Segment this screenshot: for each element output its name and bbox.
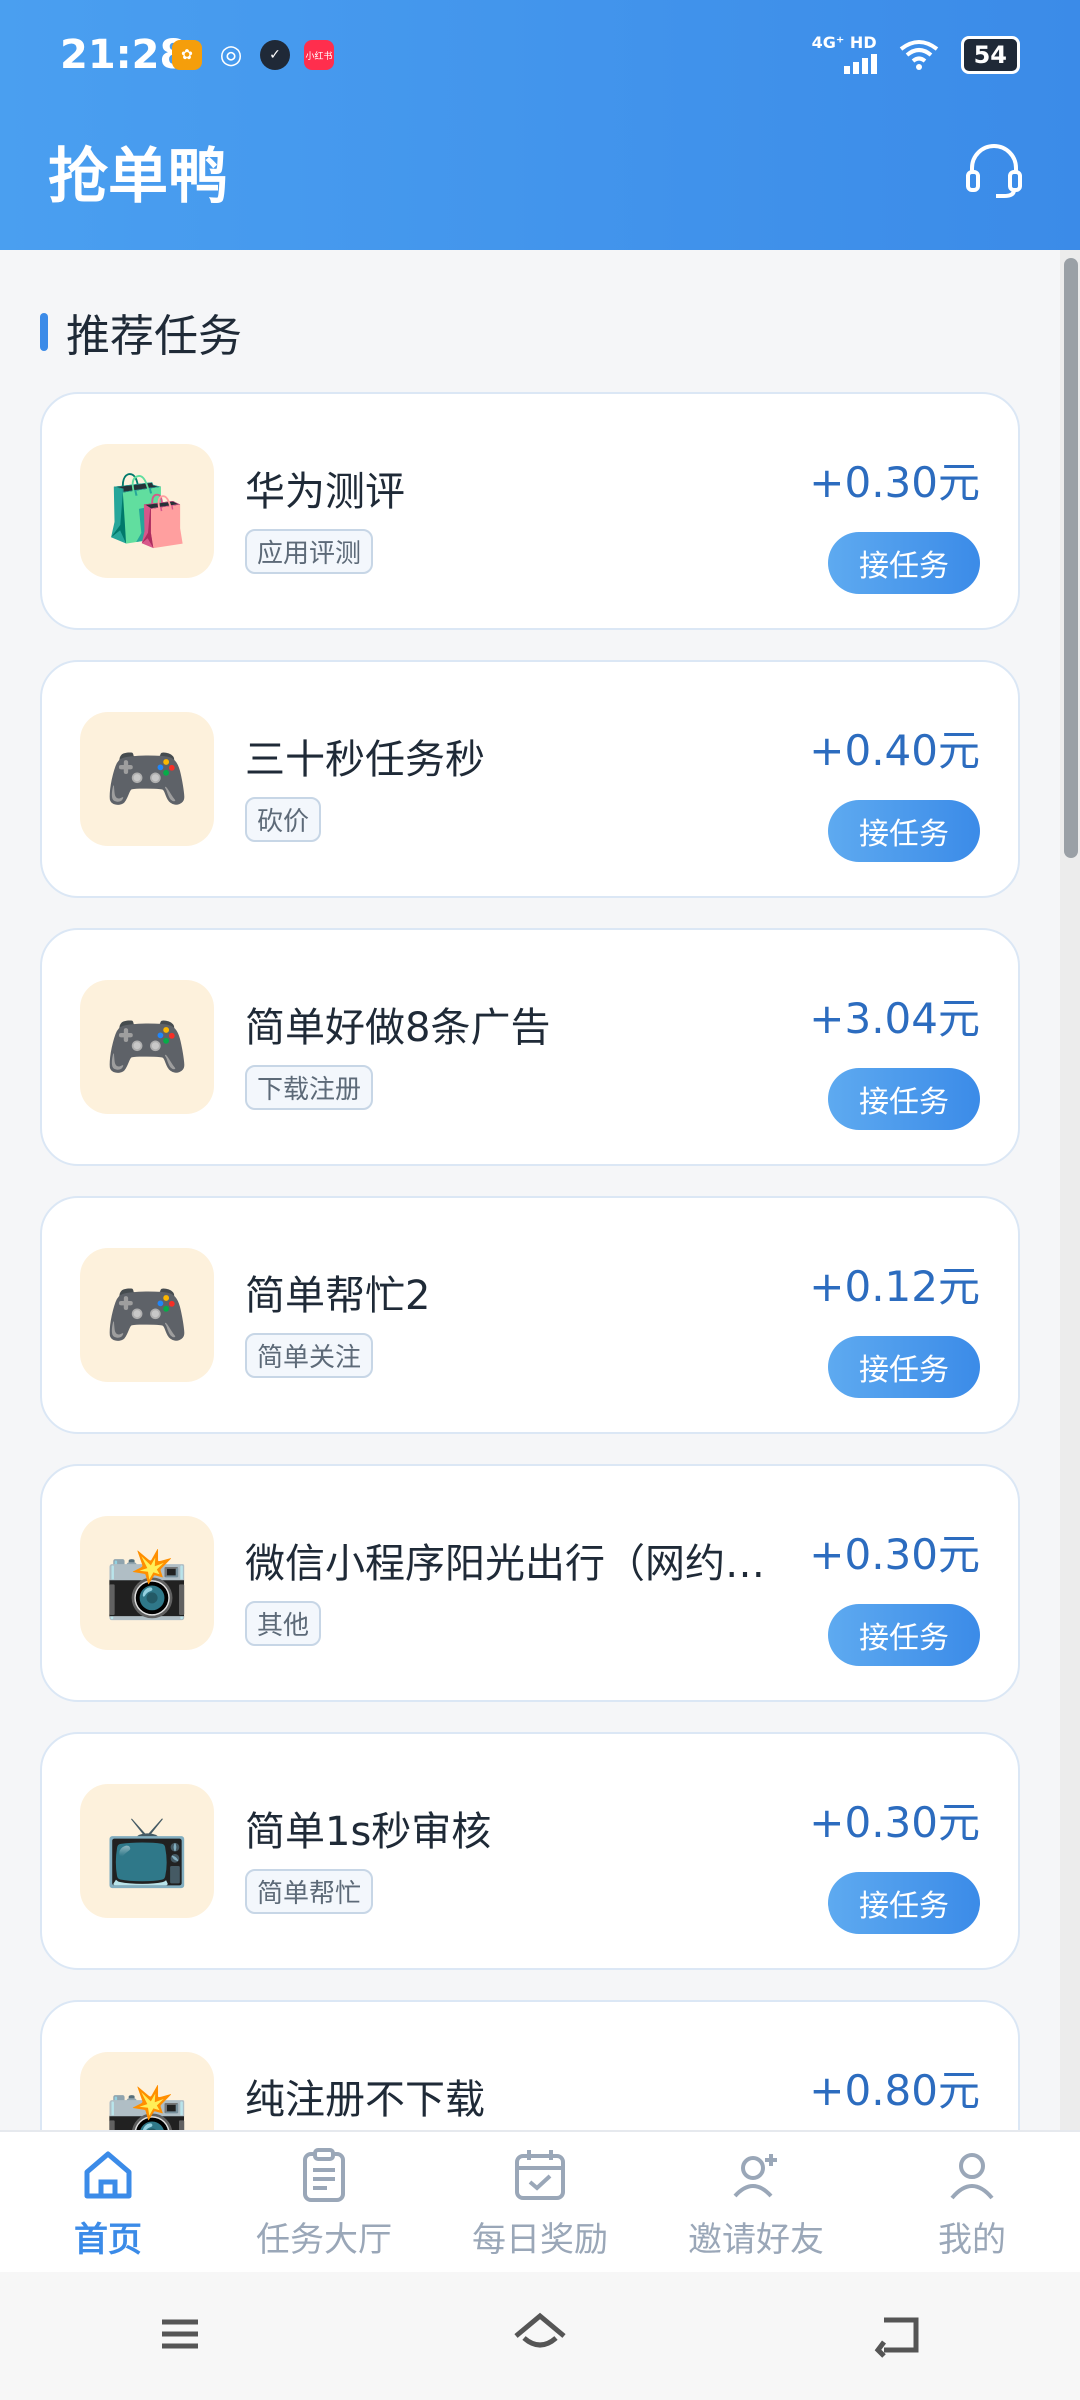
wechat-icon: ◎ xyxy=(219,40,243,70)
section-accent-bar xyxy=(40,313,48,351)
task-icon: 📺 xyxy=(104,1812,190,1891)
clipboard-icon xyxy=(303,2147,345,2202)
task-thumbnail: 📸 xyxy=(80,1516,214,1650)
section-title: 推荐任务 xyxy=(66,311,242,362)
task-name: 简单帮忙2 xyxy=(245,1273,431,1319)
task-thumbnail: 🎮 xyxy=(80,980,214,1114)
task-card[interactable]: 📺 简单1s秒审核 简单帮忙 +0.30元 接任务 xyxy=(40,1732,1020,1970)
home-outline-icon xyxy=(514,2312,566,2348)
bottom-tab-bar: 首页 任务大厅 每日奖励 邀请好友 我的 xyxy=(0,2130,1080,2274)
task-card[interactable]: 🎮 简单好做8条广告 下载注册 +3.04元 接任务 xyxy=(40,928,1020,1166)
tab-invite-friends[interactable]: 邀请好友 xyxy=(648,2132,864,2274)
task-thumbnail: 🎮 xyxy=(80,1248,214,1382)
app-header: 21:28 ✿ ◎ ✓ 小红书 4G⁺ HD 54 抢单鸭 xyxy=(0,0,1080,250)
xiaohongshu-icon: 小红书 xyxy=(304,40,334,70)
task-tag: 应用评测 xyxy=(245,529,374,574)
tab-label: 我的 xyxy=(938,2219,1006,2260)
back-icon xyxy=(874,2317,919,2358)
task-tag: 砍价 xyxy=(245,797,322,842)
task-card[interactable]: 🎮 三十秒任务秒 砍价 +0.40元 接任务 xyxy=(40,660,1020,898)
tab-label: 首页 xyxy=(74,2219,142,2260)
system-status: 4G⁺ HD 54 xyxy=(811,33,1020,74)
wifi-icon xyxy=(899,40,938,70)
task-name: 纯注册不下载 xyxy=(245,2077,485,2123)
task-thumbnail: 📺 xyxy=(80,1784,214,1918)
add-user-icon xyxy=(733,2153,777,2197)
accept-task-button[interactable]: 接任务 xyxy=(828,800,980,862)
tab-task-hall[interactable]: 任务大厅 xyxy=(216,2132,432,2274)
task-icon: 📸 xyxy=(104,2080,190,2130)
scrollbar-thumb[interactable] xyxy=(1064,258,1078,858)
notification-icons: ✿ ◎ ✓ 小红书 xyxy=(172,40,334,70)
task-tag: 其他 xyxy=(245,1601,322,1646)
task-card[interactable]: 🎮 简单帮忙2 简单关注 +0.12元 接任务 xyxy=(40,1196,1020,1434)
task-reward: +3.04元 xyxy=(809,994,980,1043)
task-reward: +0.30元 xyxy=(809,458,980,507)
tab-label: 每日奖励 xyxy=(472,2219,608,2260)
flower-notification-icon: ✿ xyxy=(172,40,202,70)
task-tag: 下载注册 xyxy=(245,1065,374,1110)
tab-daily-reward[interactable]: 每日奖励 xyxy=(432,2132,648,2274)
calendar-check-icon xyxy=(515,2149,565,2200)
menu-icon xyxy=(162,2319,198,2349)
task-name: 简单1s秒审核 xyxy=(245,1809,492,1855)
task-icon: 🛍️ xyxy=(104,472,190,551)
task-icon: 🎮 xyxy=(104,740,190,819)
task-name: 三十秒任务秒 xyxy=(245,737,485,783)
menu-nav-button[interactable] xyxy=(150,2304,210,2368)
task-name: 华为测评 xyxy=(245,469,405,515)
task-icon: 🎮 xyxy=(104,1276,190,1355)
task-thumbnail: 🎮 xyxy=(80,712,214,846)
app-title: 抢单鸭 xyxy=(48,142,228,212)
back-nav-button[interactable] xyxy=(870,2304,930,2368)
accept-task-button[interactable]: 接任务 xyxy=(828,1068,980,1130)
accept-task-button[interactable]: 接任务 xyxy=(828,532,980,594)
accept-task-button[interactable]: 接任务 xyxy=(828,1872,980,1934)
user-icon xyxy=(950,2152,994,2199)
task-thumbnail: 🛍️ xyxy=(80,444,214,578)
task-name: 微信小程序阳光出行（网约… xyxy=(245,1541,765,1587)
task-tag: 简单关注 xyxy=(245,1333,374,1378)
status-bar: 21:28 ✿ ◎ ✓ 小红书 4G⁺ HD 54 xyxy=(0,0,1080,120)
tab-label: 任务大厅 xyxy=(256,2219,392,2260)
task-icon: 📸 xyxy=(104,1544,190,1623)
status-time: 21:28 xyxy=(60,32,188,78)
task-card[interactable]: 📸 微信小程序阳光出行（网约… 其他 +0.30元 接任务 xyxy=(40,1464,1020,1702)
task-name: 简单好做8条广告 xyxy=(245,1005,551,1051)
task-reward: +0.30元 xyxy=(809,1530,980,1579)
system-nav-bar xyxy=(0,2272,1080,2400)
task-thumbnail: 📸 xyxy=(80,2052,214,2130)
task-list-container[interactable]: 推荐任务 🛍️ 华为测评 应用评测 +0.30元 接任务 🎮 三十秒任务秒 砍价… xyxy=(0,250,1060,2130)
tab-mine[interactable]: 我的 xyxy=(864,2132,1080,2274)
verified-icon: ✓ xyxy=(260,40,290,70)
network-type: 4G⁺ HD xyxy=(811,33,877,52)
task-reward: +0.80元 xyxy=(809,2066,980,2115)
task-reward: +0.12元 xyxy=(809,1262,980,1311)
task-tag: 简单帮忙 xyxy=(245,1869,374,1914)
battery-indicator: 54 xyxy=(960,36,1020,74)
signal-icon xyxy=(843,50,877,74)
task-icon: 🎮 xyxy=(104,1008,190,1087)
accept-task-button[interactable]: 接任务 xyxy=(828,1604,980,1666)
tab-label: 邀请好友 xyxy=(688,2219,824,2260)
headset-icon[interactable] xyxy=(964,140,1024,200)
task-card[interactable]: 🛍️ 华为测评 应用评测 +0.30元 接任务 xyxy=(40,392,1020,630)
section-header: 推荐任务 xyxy=(40,300,242,364)
home-icon xyxy=(84,2151,132,2198)
tab-home[interactable]: 首页 xyxy=(0,2132,216,2274)
task-reward: +0.40元 xyxy=(809,726,980,775)
task-card[interactable]: 📸 纯注册不下载 +0.80元 接任务 xyxy=(40,2000,1020,2130)
accept-task-button[interactable]: 接任务 xyxy=(828,1336,980,1398)
task-reward: +0.30元 xyxy=(809,1798,980,1847)
home-nav-button[interactable] xyxy=(510,2304,570,2368)
